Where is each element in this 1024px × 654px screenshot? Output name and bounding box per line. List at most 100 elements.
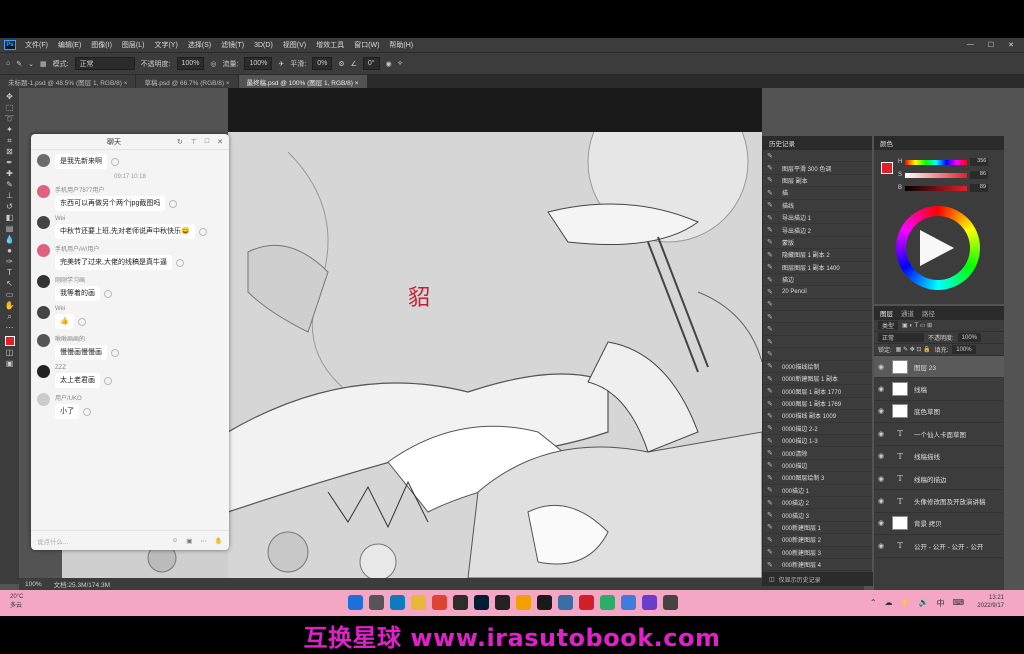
avatar[interactable] xyxy=(37,365,50,378)
history-item[interactable]: ✎ xyxy=(763,348,872,361)
dodge-tool-icon[interactable]: ● xyxy=(4,246,16,255)
chat-input[interactable]: 说点什么... ☺ ▣ ⋯ ✋ xyxy=(31,530,229,550)
doc-tab[interactable]: 草稿.psd @ 66.7% (RGB/8) × xyxy=(136,75,238,88)
pressure-size-icon[interactable]: ◉ xyxy=(386,60,392,68)
airbrush-icon[interactable]: ✈ xyxy=(278,60,284,68)
history-item[interactable]: ✎ 导出描边 2 xyxy=(763,224,872,237)
eye-icon[interactable]: ◉ xyxy=(878,385,886,393)
history-item[interactable]: ✎ 000新建图层 2 xyxy=(763,534,872,547)
eye-icon[interactable]: ◉ xyxy=(878,407,886,415)
brightness-track[interactable] xyxy=(905,185,968,191)
history-item[interactable]: ✎ 0000描边 2-2 xyxy=(763,423,872,435)
refresh-icon[interactable]: ↻ xyxy=(177,138,183,146)
react-icon[interactable] xyxy=(111,348,119,357)
filter-icons[interactable]: ▣ ◐ T ▭ ⊞ xyxy=(902,322,932,329)
hue-value[interactable]: 356 xyxy=(970,158,989,166)
brush-preset-picker[interactable]: ⌄ xyxy=(28,60,34,68)
history-item[interactable]: ✎ 描线 xyxy=(763,200,872,212)
history-item[interactable]: ✎ 0000描边 1-3 xyxy=(763,435,872,448)
hand-tool-icon[interactable]: ✋ xyxy=(4,301,16,310)
history-item[interactable]: ✎ 0000描线绘制 xyxy=(763,361,872,374)
history-item[interactable]: ✎ 000描边 3 xyxy=(763,509,872,522)
tab-paths[interactable]: 路径 xyxy=(922,308,935,318)
taskbar-app-ln-icon[interactable] xyxy=(516,595,531,610)
close-icon[interactable]: ✕ xyxy=(217,138,223,146)
history-item[interactable]: ✎ 0000图层绘制 3 xyxy=(763,472,872,485)
avatar[interactable] xyxy=(37,154,50,167)
hue-slider[interactable]: H 356 xyxy=(898,158,989,166)
color-wheel[interactable] xyxy=(896,206,980,290)
stamp-tool-icon[interactable]: ⊥ xyxy=(4,191,16,200)
react-icon[interactable] xyxy=(83,407,91,416)
gradient-tool-icon[interactable]: ▤ xyxy=(4,224,16,233)
menu-layer[interactable]: 图层(L) xyxy=(122,40,145,50)
zoom-tool-icon[interactable]: ⌕ xyxy=(4,312,16,321)
opacity-input[interactable]: 100% xyxy=(176,57,205,70)
pin-icon[interactable]: ⊤ xyxy=(191,138,197,146)
crop-tool-icon[interactable]: ⌗ xyxy=(4,136,16,145)
taskbar-app-app3-icon[interactable] xyxy=(621,595,636,610)
menu-3d[interactable]: 3D(D) xyxy=(254,42,273,49)
history-brush-icon[interactable]: ↺ xyxy=(4,202,16,211)
saturation-slider[interactable]: S 86 xyxy=(898,171,989,179)
gift-icon[interactable]: ▣ xyxy=(186,537,192,545)
layer-row[interactable]: ◉ T 线稿的描边 xyxy=(874,468,1004,491)
window-icon[interactable]: □ xyxy=(205,138,209,146)
layer-row[interactable]: ◉ T 线稿描线 xyxy=(874,446,1004,468)
taskbar-app-folder-icon[interactable] xyxy=(411,595,426,610)
tray-overflow-icon[interactable]: ⌃ xyxy=(870,598,877,609)
taskbar-app-chrome-icon[interactable] xyxy=(432,595,447,610)
eye-icon[interactable]: ◉ xyxy=(878,363,886,371)
layer-name[interactable]: 底色草图 xyxy=(914,406,940,416)
taskbar-app-lr-icon[interactable] xyxy=(495,595,510,610)
history-item[interactable]: ✎ 描边 xyxy=(763,274,872,287)
history-item[interactable]: ✎ 图层图层 1 副本 1400 xyxy=(763,262,872,274)
taskbar-app-app5-icon[interactable] xyxy=(663,595,678,610)
history-item[interactable]: ✎ 000描边 2 xyxy=(763,497,872,510)
foreground-color-swatch[interactable] xyxy=(4,336,15,346)
hue-track[interactable] xyxy=(905,159,968,165)
color-panel-title[interactable]: 颜色 xyxy=(874,136,1004,150)
history-item[interactable]: ✎ xyxy=(763,311,872,324)
chat-username[interactable]: 啾啾画画的 xyxy=(55,334,119,343)
eye-icon[interactable]: ◉ xyxy=(878,497,886,505)
layer-name[interactable]: 线稿描线 xyxy=(914,451,940,461)
menu-help[interactable]: 帮助(H) xyxy=(389,40,413,50)
react-icon[interactable] xyxy=(77,317,86,326)
lasso-tool-icon[interactable]: ➰ xyxy=(4,114,16,123)
frame-tool-icon[interactable]: ⊠ xyxy=(4,147,16,156)
history-item[interactable]: ✎ 描 xyxy=(763,187,872,200)
eye-icon[interactable]: ◉ xyxy=(878,519,886,527)
history-item[interactable]: ✎ 导出描边 1 xyxy=(763,212,872,225)
quick-mask-icon[interactable]: ◫ xyxy=(4,348,16,357)
history-item[interactable]: ✎ 0000新建图层 1 副本 xyxy=(763,373,872,386)
layer-name[interactable]: 公开 - 公开 - 公开 - 公开 xyxy=(914,541,983,551)
react-icon[interactable] xyxy=(111,157,119,166)
history-item[interactable]: ✎ 图层 副本 xyxy=(763,175,872,188)
smooth-settings-icon[interactable]: ⚙ xyxy=(338,60,344,68)
screen-mode-icon[interactable]: ▣ xyxy=(4,359,16,368)
history-item[interactable]: ✎ 000新建图层 4 xyxy=(763,559,872,572)
move-tool-icon[interactable]: ✥ xyxy=(4,92,16,101)
taskbar-app-app2-icon[interactable] xyxy=(558,595,573,610)
eye-icon[interactable]: ◉ xyxy=(878,430,886,438)
history-item[interactable]: ✎ xyxy=(763,336,872,349)
weather-widget[interactable]: 20°C 多云 xyxy=(10,594,23,609)
close-icon[interactable]: ✕ xyxy=(1008,41,1014,49)
menu-type[interactable]: 文字(Y) xyxy=(154,40,177,50)
zoom-readout[interactable]: 100% xyxy=(25,581,42,588)
history-item[interactable]: ✎ 000描边 1 xyxy=(763,485,872,497)
layer-row[interactable]: ◉ 背景 拷贝 xyxy=(874,513,1004,536)
history-item[interactable]: ✎ 蒙版 xyxy=(763,237,872,250)
saturation-value[interactable]: 86 xyxy=(970,171,989,179)
foreground-color-swatch[interactable] xyxy=(881,162,893,174)
brush-tool-icon[interactable]: ✎ xyxy=(16,60,22,68)
maximize-icon[interactable]: ☐ xyxy=(988,41,994,49)
chat-username[interactable]: ZZZ xyxy=(55,365,112,371)
history-item[interactable]: ✎ 000新建图层 1 xyxy=(763,522,872,535)
react-icon[interactable] xyxy=(175,258,184,267)
minimize-icon[interactable]: — xyxy=(967,41,974,49)
eye-icon[interactable]: ◉ xyxy=(878,475,886,483)
layer-name[interactable]: 背景 拷贝 xyxy=(914,518,942,528)
layer-name[interactable]: 一个仙人卡面草图 xyxy=(914,429,966,439)
